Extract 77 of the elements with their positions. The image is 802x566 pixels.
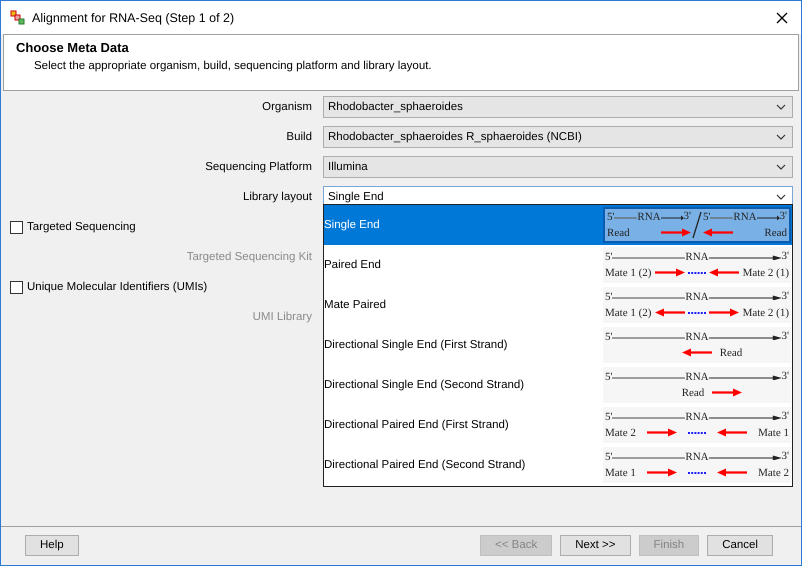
field-label: Library layout: [242, 191, 312, 203]
checkbox-label[interactable]: Unique Molecular Identifiers (UMIs): [27, 281, 208, 293]
layout-option[interactable]: Mate Paired 5' RNA 3' Mate 1 (2) Mate 2 (1): [324, 285, 792, 325]
read-label: Mate 2: [758, 466, 789, 478]
end-label: 3': [780, 210, 788, 222]
end-label: 3': [782, 330, 790, 342]
layout-option[interactable]: Directional Single End (Second Strand) 5' RNA 3' Read: [324, 365, 792, 405]
strand-line: [710, 215, 734, 219]
wizard-button[interactable]: Cancel: [707, 534, 773, 556]
layout-option[interactable]: Paired End 5' RNA 3' Mate 1 (2) Mate 2 (1): [324, 245, 792, 285]
select-field[interactable]: Rhodobacter_sphaeroides: [323, 96, 793, 118]
checkbox-label[interactable]: Targeted Sequencing: [27, 221, 136, 233]
read-label: Mate 2 (1): [742, 266, 789, 278]
read-label: Mate 1 (2): [605, 306, 652, 318]
strand-arrow: [660, 214, 684, 220]
page-subtitle: Select the appropriate organism, build, sequencing platform and library layout.: [33, 60, 433, 72]
end-label: 5': [703, 211, 710, 223]
window-title: Alignment for RNA-Seq (Step 1 of 2): [32, 10, 236, 24]
read-label: Mate 1: [605, 466, 636, 478]
strand-label: RNA: [685, 331, 709, 343]
read-label: Mate 2 (1): [742, 306, 789, 318]
dotted-line: [688, 270, 706, 274]
end-label: 5': [605, 251, 612, 263]
end-label: 3': [782, 290, 790, 302]
read-label: Read: [720, 346, 742, 358]
caret-icon: [776, 134, 786, 140]
read-label: Mate 1 (2): [605, 266, 652, 278]
checkbox[interactable]: [10, 220, 23, 234]
dotted-line: [688, 470, 706, 474]
read-label: Read: [764, 226, 787, 238]
end-label: 5': [605, 331, 612, 343]
layout-option[interactable]: Single End 5' RNA 3' Read 5' RNA 3' Read: [324, 205, 792, 245]
strand-label: RNA: [685, 451, 709, 463]
end-label: 5': [605, 411, 612, 423]
end-label: 5': [607, 211, 614, 223]
layout-option[interactable]: Directional Paired End (First Strand) 5' RNA 3' Mate 2 Mate 1: [324, 405, 792, 445]
caret-icon: [776, 104, 786, 110]
select-field[interactable]: Rhodobacter_sphaeroides R_sphaeroides (NCBI): [323, 126, 793, 148]
strand-label: RNA: [685, 291, 709, 303]
end-label: 3': [782, 370, 790, 382]
checkbox[interactable]: [10, 280, 23, 294]
field-label: Targeted Sequencing Kit: [186, 251, 312, 263]
read-label: Mate 1: [758, 426, 789, 438]
close-icon[interactable]: [776, 12, 788, 24]
caret-icon: [776, 194, 786, 200]
caret-icon: [776, 164, 786, 170]
select-field[interactable]: Illumina: [323, 156, 793, 178]
end-label: 3': [782, 450, 790, 462]
strand-label: RNA: [685, 371, 709, 383]
strand-arrow: [756, 214, 780, 220]
end-label: 3': [684, 210, 692, 222]
strand-line: [614, 215, 638, 219]
field-label: Organism: [261, 101, 312, 113]
dotted-line: [688, 310, 706, 314]
field-label: Sequencing Platform: [204, 161, 312, 173]
field-label: UMI Library: [252, 311, 312, 323]
page-title: Choose Meta Data: [16, 40, 130, 55]
app-icon: [10, 10, 26, 26]
strand-label: RNA: [685, 251, 709, 263]
strand-label: RNA: [685, 411, 709, 423]
end-label: 3': [782, 250, 790, 262]
strand-label: RNA: [733, 211, 757, 223]
slash-mark: [692, 211, 702, 239]
end-label: 5': [605, 371, 612, 383]
strand-label: RNA: [637, 211, 661, 223]
wizard-button[interactable]: Next >>: [560, 534, 630, 556]
read-label: Read: [682, 386, 704, 398]
layout-option[interactable]: Directional Single End (First Strand) 5' RNA 3' Read: [324, 325, 792, 365]
read-label: Read: [607, 226, 630, 238]
end-label: 5': [605, 451, 612, 463]
help-button[interactable]: Help: [25, 534, 79, 556]
end-label: 5': [605, 291, 612, 303]
end-label: 3': [782, 410, 790, 422]
read-label: Mate 2: [605, 426, 636, 438]
layout-option[interactable]: Directional Paired End (Second Strand) 5' RNA 3' Mate 1 Mate 2: [324, 445, 792, 485]
field-label: Build: [285, 131, 312, 143]
dotted-line: [688, 430, 706, 434]
